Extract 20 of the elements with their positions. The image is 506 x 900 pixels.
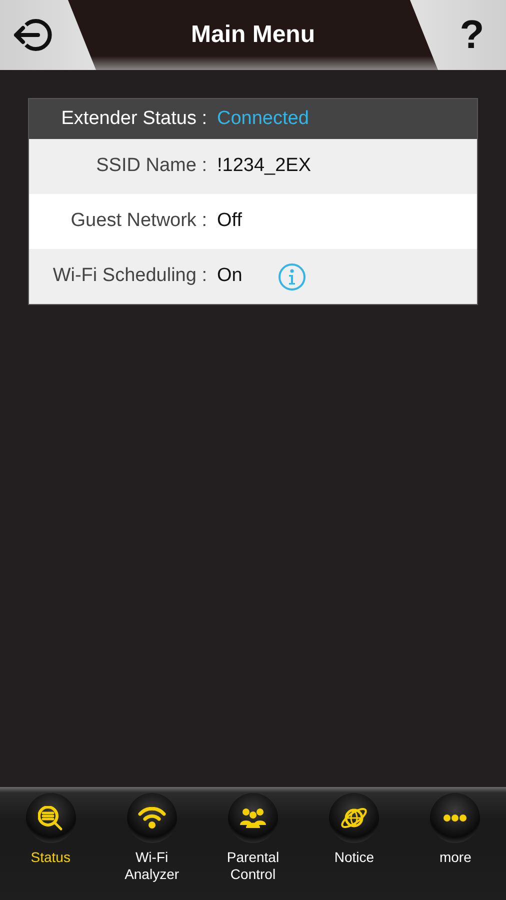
- help-button[interactable]: ?: [438, 0, 506, 70]
- nav-tab[interactable]: Status: [0, 793, 102, 900]
- search-list-icon: [38, 806, 64, 830]
- field-label: Wi-Fi Scheduling :: [52, 264, 207, 288]
- nav-tab[interactable]: more: [404, 793, 506, 900]
- field-value: Connected: [217, 106, 309, 131]
- field-label: Extender Status :: [60, 106, 207, 131]
- field-value: On: [217, 264, 242, 288]
- more-icon: [443, 814, 468, 822]
- nav-tab[interactable]: Parental Control: [202, 793, 304, 900]
- field-label: Guest Network :: [70, 209, 207, 234]
- field-label: SSID Name :: [95, 154, 207, 178]
- nav-tab[interactable]: Notice: [304, 793, 405, 900]
- globe-icon: [340, 808, 368, 828]
- field-value: Off: [217, 209, 242, 234]
- wifi-icon: [138, 807, 166, 829]
- nav-tab[interactable]: Wi-Fi Analyzer: [101, 793, 202, 900]
- people-icon: [240, 808, 266, 828]
- field-value: !1234_2EX: [217, 154, 312, 178]
- screen-title: Main Menu: [191, 20, 315, 50]
